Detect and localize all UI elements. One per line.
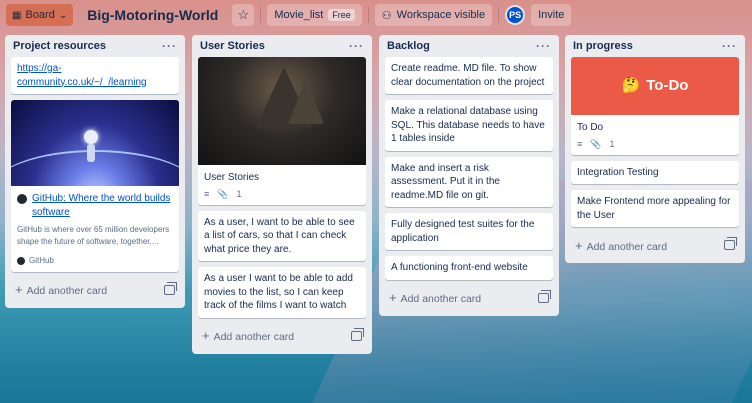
card-cover: 🤔 To-Do [571,57,739,115]
list-header: Project resources ··· [11,35,179,57]
card-title: User Stories [204,172,260,183]
divider [367,7,369,23]
add-card-label: Add another card [213,331,295,344]
github-source: GitHub [17,256,173,267]
add-card-label: Add another card [586,240,668,253]
invite-button[interactable]: Invite [531,4,572,26]
list-header: Backlog ··· [385,35,553,57]
user-stories-card[interactable]: User Stories ≡ 📎 1 [198,57,366,205]
github-cover-image [11,100,179,186]
description-icon: ≡ [204,188,210,199]
card-text: Fully designed test suites for the appli… [391,219,535,244]
add-card-label: Add another card [400,293,482,305]
card-text: Make Frontend more appealing for the Use… [577,196,731,221]
star-button[interactable]: ☆ [232,4,255,26]
link-card[interactable]: https://ga-community.co.uk/~/_/learning [11,57,179,94]
template-button[interactable]: Movie_list Free [267,4,362,26]
card-text: A functioning front-end website [391,262,528,273]
card-text: Make and insert a risk assessment. Put i… [391,162,500,201]
github-card[interactable]: GitHub: Where the world builds software … [11,100,179,272]
list-card[interactable]: As a user I want to be able to add movie… [198,267,366,318]
card-template-icon[interactable] [724,237,737,251]
board-view-switcher[interactable]: ▦ Board ⌄ [6,4,74,26]
board-title[interactable]: Big-Motoring-World [87,7,218,23]
list-title[interactable]: Project resources [13,40,106,52]
add-card-button[interactable]: + Add another card [11,278,179,302]
card-cover-image [198,57,366,165]
plus-icon: + [389,290,397,305]
divider [260,7,262,23]
add-card-button[interactable]: + Add another card [385,286,553,310]
add-card-label: Add another card [26,285,108,298]
avatar[interactable]: PS [505,5,526,25]
card-badges: ≡ 📎 1 [577,138,733,150]
card-template-icon[interactable] [164,281,177,295]
list-project-resources: Project resources ··· https://ga-communi… [5,35,185,308]
chevron-down-icon: ⌄ [58,9,68,21]
visibility-button[interactable]: ⚇ Workspace visible [374,4,493,26]
plus-icon: + [202,328,210,344]
list-card[interactable]: Create readme. MD file. To show clear do… [385,57,553,94]
add-card-button[interactable]: + Add another card [571,233,739,257]
list-card[interactable]: Fully designed test suites for the appli… [385,213,553,250]
card-link[interactable]: https://ga-community.co.uk/~/_/learning [17,63,147,88]
attachment-count: 1 [609,138,615,149]
card-title: To Do [577,122,604,133]
attachment-icon: 📎 [217,188,229,199]
plus-icon: + [15,282,23,298]
attachment-count: 1 [236,188,242,199]
invite-label: Invite [538,9,565,21]
list-header: User Stories ··· [198,35,366,57]
more-icon[interactable]: ··· [536,39,551,53]
todo-card[interactable]: 🤔 To-Do To Do ≡ 📎 1 [571,57,739,155]
add-card-button[interactable]: + Add another card [198,324,366,348]
card-template-icon[interactable] [538,289,551,303]
background-water [0,300,752,403]
card-text: As a user, I want to be able to see a li… [204,216,355,255]
description-icon: ≡ [577,138,583,149]
people-icon: ⚇ [381,9,392,22]
list-card[interactable]: As a user, I want to be able to see a li… [198,210,366,262]
github-source-label: GitHub [29,256,54,265]
board-icon: ▦ [12,9,22,21]
plus-icon: + [575,237,583,253]
list-card[interactable]: Integration Testing [571,160,739,185]
github-icon [17,257,25,266]
card-badges: ≡ 📎 1 [204,188,360,200]
card-text: As a user I want to be able to add movie… [204,273,353,312]
more-icon[interactable]: ··· [722,39,737,53]
cover-text: To-Do [646,76,689,94]
star-icon: ☆ [237,7,250,22]
card-text: Make a relational database using SQL. Th… [391,106,545,144]
list-card[interactable]: Make Frontend more appealing for the Use… [571,190,739,228]
list-in-progress: In progress ··· 🤔 To-Do To Do ≡ 📎 1 Inte… [565,35,745,264]
list-backlog: Backlog ··· Create readme. MD file. To s… [379,35,559,316]
list-card[interactable]: A functioning front-end website [385,256,553,280]
card-text: Create readme. MD file. To show clear do… [391,63,545,88]
card-text: Integration Testing [577,166,659,178]
template-label: Movie_list [274,9,324,21]
list-card[interactable]: Make and insert a risk assessment. Put i… [385,156,553,207]
list-title[interactable]: User Stories [200,40,265,52]
list-card[interactable]: Make a relational database using SQL. Th… [385,100,553,151]
list-header: In progress ··· [571,35,739,57]
board-view-label: Board [25,9,55,21]
free-badge: Free [328,9,355,21]
board-header: ▦ Board ⌄ Big-Motoring-World ☆ Movie_lis… [0,0,752,30]
thinking-emoji-icon: 🤔 [621,76,641,94]
list-user-stories: User Stories ··· User Stories ≡ 📎 1 As a… [192,35,372,354]
more-icon[interactable]: ··· [349,39,364,53]
divider [498,7,500,23]
list-title[interactable]: Backlog [387,40,430,52]
attachment-icon: 📎 [590,138,602,149]
visibility-label: Workspace visible [396,9,486,21]
card-template-icon[interactable] [351,327,364,341]
more-icon[interactable]: ··· [162,39,177,53]
list-title[interactable]: In progress [573,40,633,52]
